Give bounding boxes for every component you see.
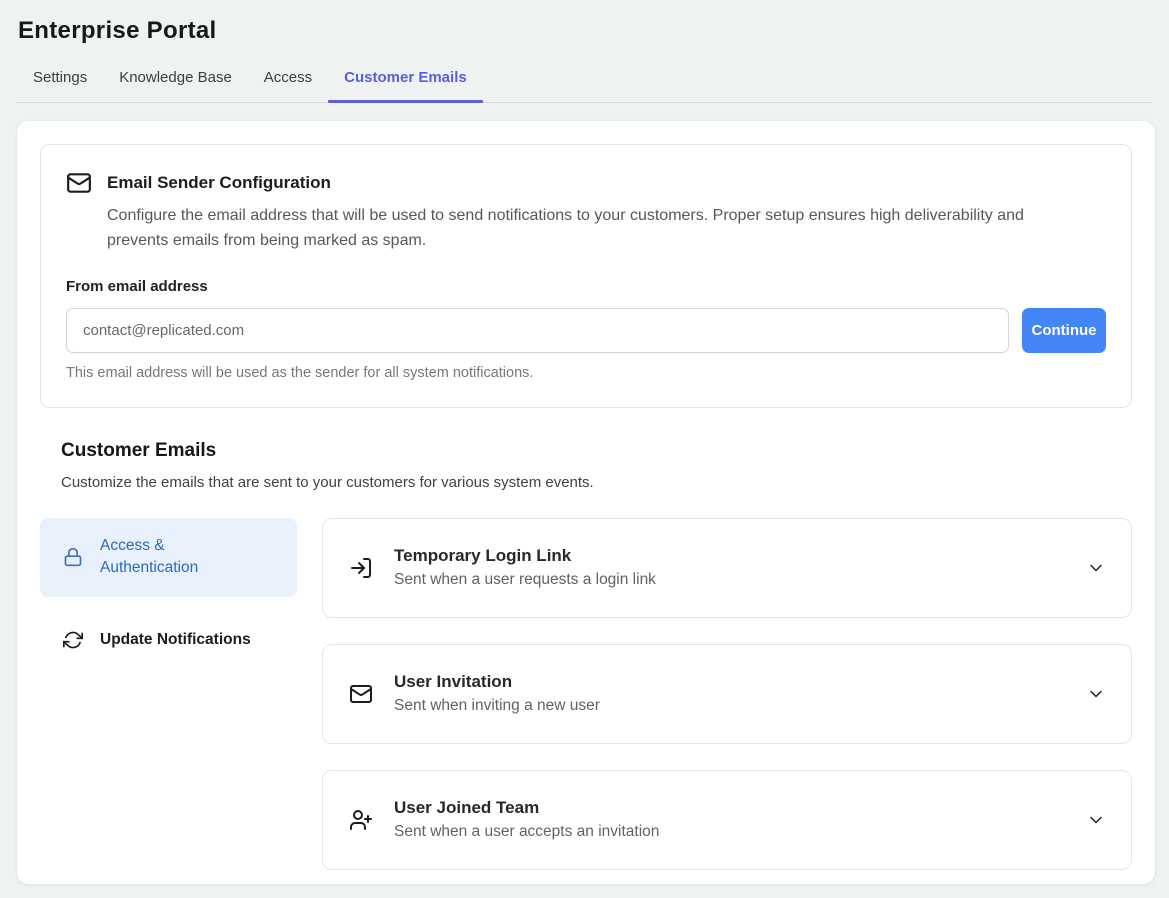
page-header: Enterprise Portal: [0, 0, 1169, 45]
tab-settings[interactable]: Settings: [17, 55, 103, 102]
chevron-down-icon[interactable]: [1086, 684, 1106, 704]
email-panel-title: User Joined Team: [394, 798, 659, 818]
email-category-sidebar: Access & Authentication Update Notificat…: [40, 518, 297, 870]
email-panel-description: Sent when inviting a new user: [394, 697, 600, 715]
chevron-down-icon[interactable]: [1086, 558, 1106, 578]
category-label: Update Notifications: [100, 629, 251, 651]
sender-card-description: Configure the email address that will be…: [107, 204, 1082, 254]
mail-icon: [66, 170, 92, 196]
tab-knowledge-base[interactable]: Knowledge Base: [103, 55, 248, 102]
category-access-authentication[interactable]: Access & Authentication: [40, 518, 297, 597]
email-panel-list: Temporary Login Link Sent when a user re…: [322, 518, 1132, 870]
log-in-icon: [349, 556, 373, 580]
category-label: Access & Authentication: [100, 535, 255, 580]
email-panel-user-invitation[interactable]: User Invitation Sent when inviting a new…: [322, 644, 1132, 744]
email-panel-text: User Joined Team Sent when a user accept…: [394, 798, 659, 841]
lock-icon: [61, 546, 85, 568]
customer-emails-subtitle: Customize the emails that are sent to yo…: [61, 474, 1132, 491]
email-panel-temporary-login-link[interactable]: Temporary Login Link Sent when a user re…: [322, 518, 1132, 618]
customer-emails-content: Access & Authentication Update Notificat…: [40, 518, 1132, 870]
email-panel-description: Sent when a user requests a login link: [394, 571, 656, 589]
page-title: Enterprise Portal: [18, 17, 1151, 45]
refresh-icon: [61, 630, 85, 650]
sender-card-title: Email Sender Configuration: [107, 173, 331, 193]
from-email-row: Continue: [66, 308, 1106, 353]
email-panel-description: Sent when a user accepts an invitation: [394, 823, 659, 841]
email-panel-user-joined-team[interactable]: User Joined Team Sent when a user accept…: [322, 770, 1132, 870]
main-container: Email Sender Configuration Configure the…: [17, 121, 1155, 884]
tab-customer-emails[interactable]: Customer Emails: [328, 55, 483, 102]
tab-access[interactable]: Access: [248, 55, 328, 102]
tab-bar: Settings Knowledge Base Access Customer …: [17, 55, 1152, 103]
category-update-notifications[interactable]: Update Notifications: [40, 617, 297, 663]
from-email-helper-text: This email address will be used as the s…: [66, 365, 1106, 381]
email-sender-card: Email Sender Configuration Configure the…: [40, 144, 1132, 408]
user-plus-icon: [349, 808, 373, 832]
from-email-label: From email address: [66, 278, 1106, 295]
continue-button[interactable]: Continue: [1022, 308, 1106, 353]
chevron-down-icon[interactable]: [1086, 810, 1106, 830]
mail-icon: [349, 682, 373, 706]
from-email-input[interactable]: [66, 308, 1009, 353]
email-panel-text: User Invitation Sent when inviting a new…: [394, 672, 600, 715]
email-panel-text: Temporary Login Link Sent when a user re…: [394, 546, 656, 589]
email-panel-title: Temporary Login Link: [394, 546, 656, 566]
sender-card-header: Email Sender Configuration: [66, 170, 1106, 196]
email-panel-title: User Invitation: [394, 672, 600, 692]
customer-emails-title: Customer Emails: [61, 440, 1132, 462]
